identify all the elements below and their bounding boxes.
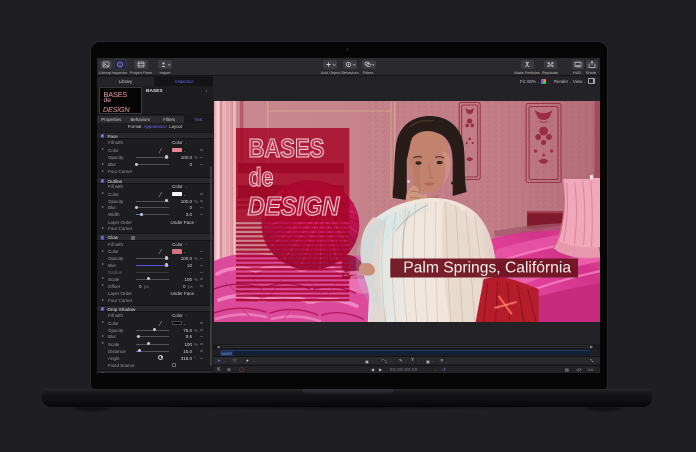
- svg-text:Palm Springs, Califórnia: Palm Springs, Califórnia: [403, 259, 571, 276]
- svg-text:DESIGN: DESIGN: [247, 191, 340, 221]
- svg-text:BASES: BASES: [248, 133, 324, 163]
- svg-text:de: de: [248, 162, 273, 192]
